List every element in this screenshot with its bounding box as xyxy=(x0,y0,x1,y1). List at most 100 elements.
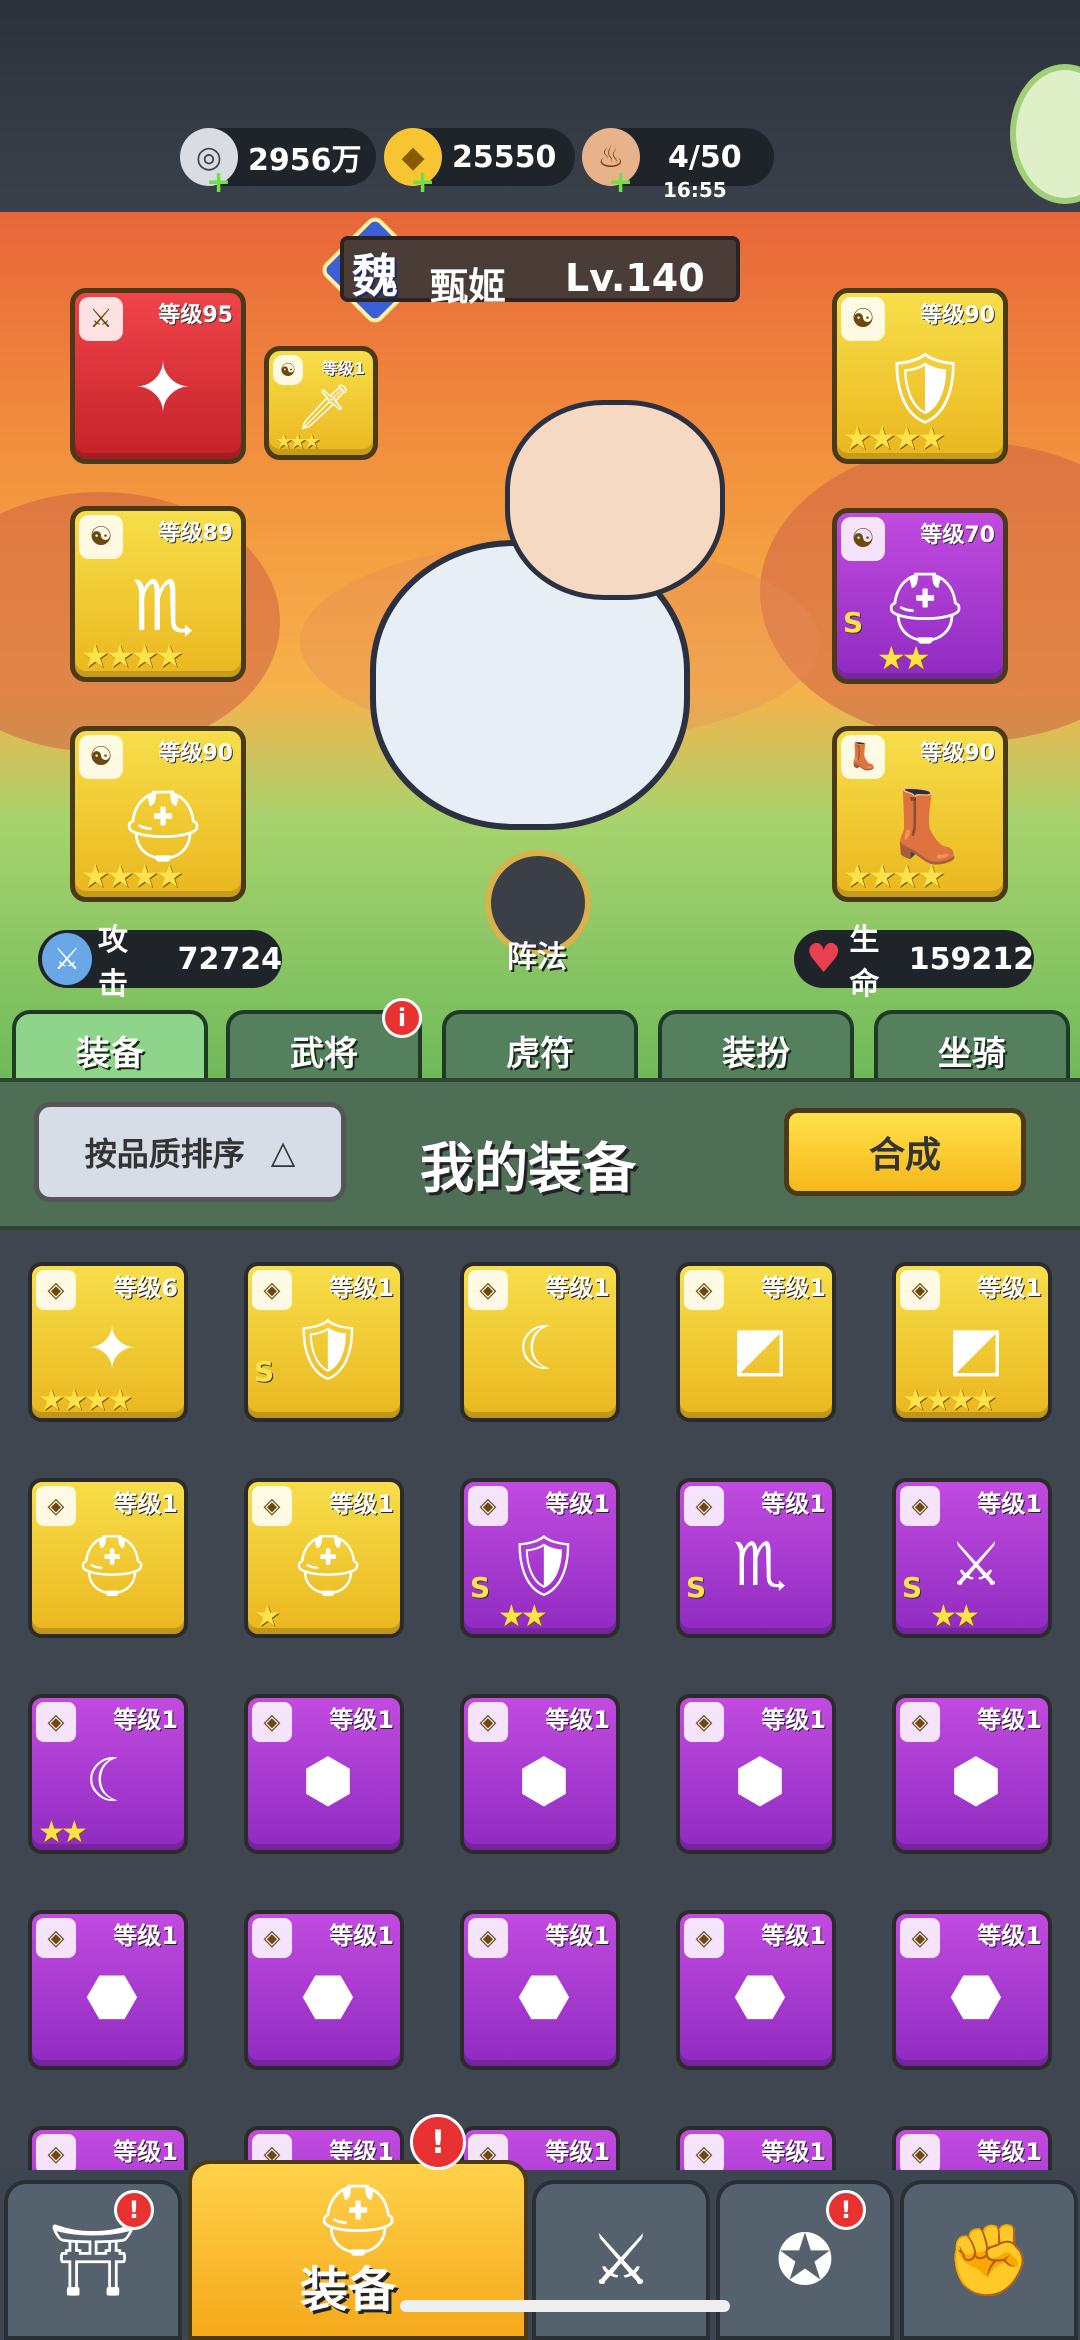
inventory-item[interactable]: ◈ 等级1 ⬣ xyxy=(676,1910,836,2070)
nav-hero[interactable]: ✪ xyxy=(716,2180,894,2340)
item-level: 等级1 xyxy=(977,1706,1042,1734)
attack-label: 攻击 xyxy=(97,923,128,1002)
slot-level: 等级90 xyxy=(920,303,995,328)
helmet-icon: ⛑ xyxy=(73,1530,151,1601)
inventory-item[interactable]: ◈ 等级1 ♏ S xyxy=(676,1478,836,1638)
item-level: 等级1 xyxy=(977,1490,1042,1518)
shuriken-icon: ✦ xyxy=(133,347,193,429)
inventory-item[interactable]: ◈ 等级1 ⬣ xyxy=(244,1910,404,2070)
equip-slot-boots[interactable]: 👢 等级90 👢 ★★★★ xyxy=(832,726,1008,902)
equip-slot-armor[interactable]: ☯ 等级90 🛡 ★★★★ xyxy=(832,288,1008,464)
nav-battle[interactable]: ⚔ xyxy=(532,2180,710,2340)
equip-slot-head[interactable]: ☯ 等级70 ⛑ S ★★ xyxy=(832,508,1008,684)
star-rating: ★★★ xyxy=(275,429,321,453)
crossed-swords-icon: ⚔ xyxy=(589,2219,653,2301)
crystal-sword-icon: ⚔ xyxy=(949,1530,1003,1600)
star-rating: ★★★★ xyxy=(843,857,946,895)
pauldron-icon: ⬢ xyxy=(733,1746,787,1816)
heart-icon: ♥ xyxy=(805,936,842,982)
alert-badge: ! xyxy=(114,2190,154,2230)
item-level: 等级1 xyxy=(113,1490,178,1518)
inventory-item[interactable]: ◈ 等级1 ☾ ★★ xyxy=(28,1694,188,1854)
attack-value: 72724 xyxy=(177,941,282,977)
kingdom-label: 魏 xyxy=(352,249,398,303)
chestplate-icon: ⬣ xyxy=(301,1962,355,2032)
pauldron-icon: ⬢ xyxy=(949,1746,1003,1816)
inventory-item[interactable]: ◈ 等级1 ⬢ xyxy=(244,1694,404,1854)
inventory-item[interactable]: ◈ 等级1 ◩ ★★★★ xyxy=(892,1262,1052,1422)
grade-label: S xyxy=(686,1571,707,1604)
item-level: 等级1 xyxy=(545,1490,610,1518)
star-rating: ★★ xyxy=(498,1599,548,1634)
item-level: 等级1 xyxy=(545,1274,610,1302)
inventory-item[interactable]: ◈ 等级1 ⬢ xyxy=(460,1694,620,1854)
alert-badge: ! xyxy=(826,2190,866,2230)
synthesize-button[interactable]: 合成 xyxy=(784,1108,1026,1196)
inventory-item[interactable]: ◈ 等级1 ⬣ xyxy=(28,1910,188,2070)
slot-level: 等级90 xyxy=(920,741,995,766)
star-rating: ★ xyxy=(254,1599,281,1634)
home-indicator xyxy=(400,2300,730,2312)
star-rating: ★★★★ xyxy=(902,1383,998,1418)
hero-portrait xyxy=(505,400,725,600)
nav-upgrade[interactable]: ✊ xyxy=(900,2180,1078,2340)
inventory-item[interactable]: ◈ 等级1 🛡 S xyxy=(244,1262,404,1422)
hero-icon: ✪ xyxy=(775,2219,835,2301)
formation-label: 阵法 xyxy=(507,940,567,975)
shuriken-icon: ✦ xyxy=(86,1314,138,1384)
info-badge: i xyxy=(382,998,422,1038)
inventory-item[interactable]: ◈ 等级1 ⬣ xyxy=(892,1910,1052,2070)
hp-value: 159212 xyxy=(908,941,1034,977)
inventory-item[interactable]: ◈ 等级6 ✦ ★★★★ xyxy=(28,1262,188,1422)
hero-level: Lv.140 xyxy=(565,256,705,300)
silver-value: 2956万 xyxy=(248,143,362,178)
inventory-item[interactable]: ◈ 等级1 ⬢ xyxy=(676,1694,836,1854)
inventory-item[interactable]: ◈ 等级1 ⚔ S ★★ xyxy=(892,1478,1052,1638)
item-level: 等级1 xyxy=(329,1706,394,1734)
item-level: 等级1 xyxy=(977,1274,1042,1302)
gold-ingot-icon: ◆ + xyxy=(384,128,442,200)
item-level: 等级1 xyxy=(761,1490,826,1518)
inventory-item[interactable]: ◈ 等级1 ⬣ xyxy=(460,1910,620,2070)
sort-arrow-icon: △ xyxy=(270,1133,296,1171)
slot-level: 等级1 xyxy=(321,359,365,378)
silver-resource[interactable]: ◎ + 2956万 xyxy=(180,128,376,200)
star-rating: ★★★★ xyxy=(843,419,946,457)
gold-resource[interactable]: ◆ + 25550 xyxy=(384,128,575,200)
inventory-item[interactable]: ◈ 等级1 ⛑ xyxy=(28,1478,188,1638)
inventory-item[interactable]: ◈ 等级1 ◩ xyxy=(676,1262,836,1422)
inventory-item[interactable]: ◈ 等级1 ⛑ ★ xyxy=(244,1478,404,1638)
item-level: 等级1 xyxy=(761,2138,826,2166)
hero-name: 甄姬 xyxy=(430,265,507,309)
sort-label: 按品质排序 xyxy=(84,1135,245,1173)
gate-icon: ⛩ xyxy=(48,2218,138,2301)
equip-slot-helmet[interactable]: ☯ 等级90 ⛑ ★★★★ xyxy=(70,726,246,902)
star-rating: ★★ xyxy=(38,1815,88,1850)
inventory-item[interactable]: ◈ 等级1 🛡 S ★★ xyxy=(460,1478,620,1638)
item-level: 等级1 xyxy=(545,2138,610,2166)
nav-city[interactable]: ⛩ xyxy=(4,2180,182,2340)
equip-slot-amulet[interactable]: ☯ 等级89 ♏ ★★★★ xyxy=(70,506,246,682)
stamina-timer: 16:55 xyxy=(663,178,727,202)
blade-icon: 🗡 xyxy=(296,382,352,433)
attack-stat: ⚔ 攻击 72724 xyxy=(38,923,282,1002)
grade-label: S xyxy=(843,606,864,639)
grade-label: S xyxy=(902,1571,923,1604)
inventory-item[interactable]: ◈ 等级1 ☾ xyxy=(460,1262,620,1422)
equip-slot-weapon[interactable]: ⚔ 等级95 ✦ xyxy=(70,288,246,464)
item-level: 等级1 xyxy=(761,1706,826,1734)
pauldron-icon: ⬢ xyxy=(517,1746,571,1816)
sort-by-quality-button[interactable]: 按品质排序 △ xyxy=(34,1102,346,1202)
item-level: 等级1 xyxy=(545,1706,610,1734)
alert-badge: ! xyxy=(410,2114,466,2170)
grade-label: S xyxy=(470,1571,491,1604)
star-rating: ★★ xyxy=(877,639,930,677)
chestplate-icon: ⬣ xyxy=(949,1962,1003,2032)
helmet-icon: ⛑ xyxy=(289,1530,367,1601)
item-level: 等级1 xyxy=(113,2138,178,2166)
chestplate-icon: ⬣ xyxy=(85,1962,139,2032)
inventory-item[interactable]: ◈ 等级1 ⬢ xyxy=(892,1694,1052,1854)
nav-equipment-label: 装备 xyxy=(300,2262,397,2318)
star-rating: ★★★★ xyxy=(81,857,184,895)
equip-slot-accessory[interactable]: ☯ 等级1 🗡 ★★★ xyxy=(264,346,378,460)
